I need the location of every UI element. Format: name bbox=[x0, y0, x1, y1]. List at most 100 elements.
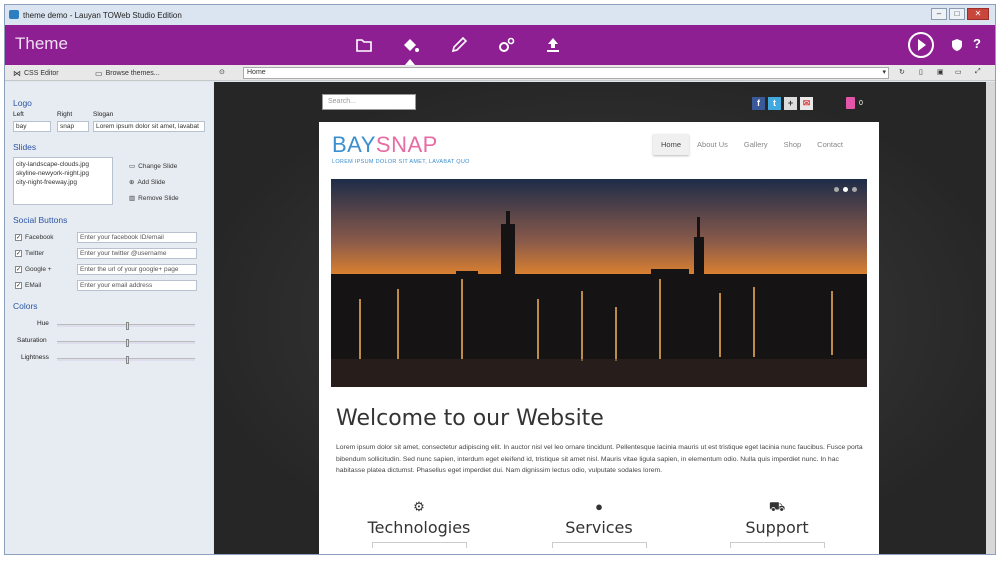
refresh-icon[interactable]: ↻ bbox=[899, 68, 905, 76]
list-item[interactable]: city-landscape-clouds.jpg bbox=[16, 160, 110, 169]
nav-about[interactable]: About Us bbox=[689, 134, 736, 155]
gears-icon[interactable] bbox=[496, 35, 516, 55]
twitter-icon[interactable]: t bbox=[768, 97, 781, 110]
feature-services: ● Services bbox=[524, 499, 674, 548]
tablet-icon[interactable]: ▣ bbox=[937, 68, 944, 76]
add-slide-button[interactable]: ⊕ Add Slide bbox=[129, 178, 165, 187]
site-logo[interactable]: BAYSNAP bbox=[332, 132, 438, 158]
email-input[interactable]: Enter your email address bbox=[77, 280, 197, 291]
chevron-down-icon[interactable]: ▾ bbox=[882, 68, 886, 78]
googleplus-icon[interactable]: + bbox=[784, 97, 797, 110]
feature-image bbox=[371, 542, 467, 548]
user-icon: ● bbox=[595, 499, 603, 514]
theme-title: Theme bbox=[15, 34, 68, 53]
change-slide-label: Change Slide bbox=[138, 162, 178, 170]
slides-heading: Slides bbox=[13, 142, 37, 152]
lightness-slider[interactable] bbox=[57, 356, 195, 364]
remove-slide-button[interactable]: ▥ Remove Slide bbox=[129, 194, 179, 203]
close-button[interactable]: ✕ bbox=[967, 8, 989, 20]
editor-toolbar: ⋈ CSS Editor ▭ Browse themes... ⊙ Home ▾… bbox=[5, 65, 995, 81]
nav-gallery[interactable]: Gallery bbox=[736, 134, 776, 155]
mail-icon[interactable]: ✉ bbox=[800, 97, 813, 110]
googleplus-checkbox[interactable]: ✓ Google + bbox=[15, 266, 52, 273]
browse-themes-label: Browse themes... bbox=[105, 70, 160, 77]
slide-dot-active[interactable] bbox=[843, 187, 848, 192]
saturation-label: Saturation bbox=[17, 337, 47, 344]
gears-icon: ⚙ bbox=[413, 499, 425, 514]
logo-left-input[interactable]: bay bbox=[13, 121, 51, 132]
slider-thumb[interactable] bbox=[126, 356, 129, 364]
slogan-input[interactable]: Lorem ipsum dolor sit amet, lavabat bbox=[93, 121, 205, 132]
facebook-checkbox[interactable]: ✓ Facebook bbox=[15, 234, 54, 241]
twitter-label: Twitter bbox=[25, 250, 45, 257]
twitter-input[interactable]: Enter your twitter @username bbox=[77, 248, 197, 259]
slide-dot[interactable] bbox=[834, 187, 839, 192]
list-item[interactable]: city-night-freeway.jpg bbox=[16, 178, 110, 187]
slides-list[interactable]: city-landscape-clouds.jpg skyline-newyor… bbox=[13, 157, 113, 205]
slider-thumb[interactable] bbox=[126, 339, 129, 347]
site-tagline: LOREM IPSUM DOLOR SIT AMET, LAVABAT QUO bbox=[332, 159, 470, 165]
nav-home[interactable]: Home bbox=[653, 134, 690, 155]
facebook-label: Facebook bbox=[25, 234, 54, 241]
saturation-slider[interactable] bbox=[57, 339, 195, 347]
upload-icon[interactable] bbox=[543, 35, 563, 55]
window-title: theme demo - Lauyan TOWeb Studio Edition bbox=[23, 11, 182, 20]
hue-slider[interactable] bbox=[57, 322, 195, 330]
feature-support: ⛟ Support bbox=[702, 499, 852, 548]
browse-themes-button[interactable]: ▭ Browse themes... bbox=[95, 69, 160, 78]
trash-icon: ▥ bbox=[129, 195, 136, 202]
feature-image bbox=[551, 542, 647, 548]
truck-icon: ⛟ bbox=[768, 499, 786, 514]
address-value: Home bbox=[247, 69, 266, 76]
facebook-input[interactable]: Enter your facebook ID/email bbox=[77, 232, 197, 243]
theme-toolbar: Theme ? bbox=[5, 25, 995, 65]
share-icon: ⋈ bbox=[13, 69, 21, 78]
search-input[interactable]: Search... bbox=[322, 94, 416, 110]
twitter-checkbox[interactable]: ✓ Twitter bbox=[15, 250, 44, 257]
feature-title: Services bbox=[565, 518, 633, 537]
desktop-icon[interactable]: ▭ bbox=[955, 68, 962, 76]
nav-shop[interactable]: Shop bbox=[776, 134, 810, 155]
back-icon[interactable]: ⊙ bbox=[219, 68, 225, 76]
colors-heading: Colors bbox=[13, 301, 38, 311]
paint-bucket-icon[interactable] bbox=[400, 35, 420, 55]
logo-part-1: BAY bbox=[332, 132, 376, 157]
hero-slideshow[interactable] bbox=[331, 179, 867, 387]
minimize-button[interactable]: – bbox=[931, 8, 947, 20]
googleplus-input[interactable]: Enter the url of your google+ page bbox=[77, 264, 197, 275]
slide-dots bbox=[834, 187, 857, 192]
slider-thumb[interactable] bbox=[126, 322, 129, 330]
play-icon[interactable] bbox=[907, 31, 935, 59]
site-preview: Search... f t + ✉ 0 BAYSNAP LOREM IPSUM … bbox=[214, 82, 995, 554]
pencil-icon[interactable] bbox=[449, 35, 469, 55]
nav-contact[interactable]: Contact bbox=[809, 134, 851, 155]
shield-icon[interactable] bbox=[947, 35, 967, 55]
css-editor-button[interactable]: ⋈ CSS Editor bbox=[13, 69, 59, 78]
feature-title: Technologies bbox=[367, 518, 471, 537]
cart[interactable]: 0 bbox=[846, 97, 863, 109]
address-bar[interactable]: Home ▾ bbox=[243, 67, 889, 79]
hue-label: Hue bbox=[37, 320, 49, 327]
folder-icon[interactable] bbox=[354, 35, 374, 55]
slide-dot[interactable] bbox=[852, 187, 857, 192]
feature-image bbox=[729, 542, 825, 548]
feature-technologies: ⚙ Technologies bbox=[344, 499, 494, 548]
fullscreen-icon[interactable]: ⤢ bbox=[975, 68, 981, 76]
help-icon[interactable]: ? bbox=[973, 36, 993, 56]
maximize-button[interactable]: □ bbox=[949, 8, 965, 20]
phone-icon[interactable]: ▯ bbox=[919, 68, 923, 76]
change-slide-button[interactable]: ▭ Change Slide bbox=[129, 162, 178, 171]
logo-heading: Logo bbox=[13, 98, 32, 108]
css-editor-label: CSS Editor bbox=[24, 70, 59, 77]
site-page: BAYSNAP LOREM IPSUM DOLOR SIT AMET, LAVA… bbox=[319, 122, 879, 554]
email-label: EMail bbox=[25, 282, 42, 289]
remove-slide-label: Remove Slide bbox=[138, 194, 179, 202]
vertical-scrollbar[interactable] bbox=[986, 82, 995, 554]
logo-right-input[interactable]: snap bbox=[57, 121, 89, 132]
facebook-icon[interactable]: f bbox=[752, 97, 765, 110]
email-checkbox[interactable]: ✓ EMail bbox=[15, 282, 41, 289]
feature-title: Support bbox=[745, 518, 809, 537]
list-item[interactable]: skyline-newyork-night.jpg bbox=[16, 169, 110, 178]
left-label: Left bbox=[13, 111, 24, 118]
lightness-label: Lightness bbox=[21, 354, 49, 361]
